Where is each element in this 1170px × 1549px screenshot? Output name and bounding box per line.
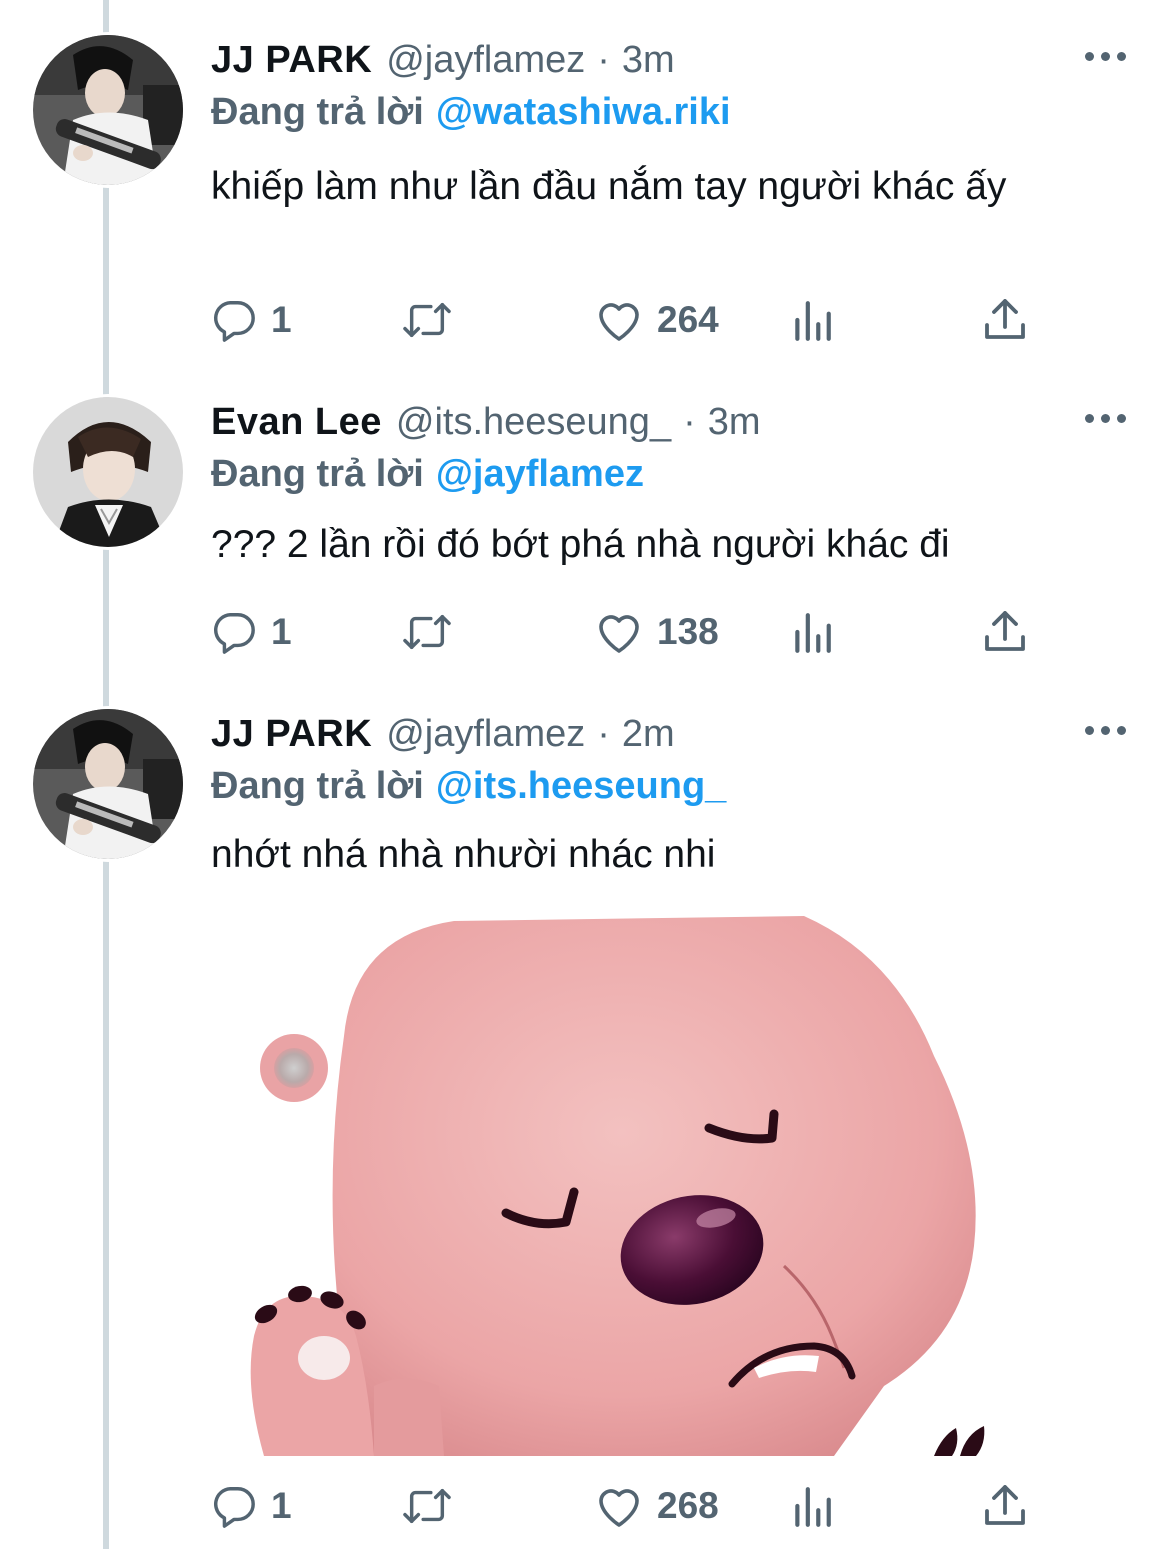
like-button[interactable]: 268 — [595, 1476, 719, 1536]
retweet-icon — [403, 614, 451, 650]
action-bar: 1 264 — [211, 290, 1111, 350]
views-button[interactable] — [791, 290, 833, 350]
reply-count: 1 — [271, 611, 292, 652]
like-button[interactable]: 264 — [595, 290, 719, 350]
user-handle[interactable]: @jayflamez — [386, 710, 585, 758]
tweet-header: JJ PARK @jayflamez · 3m — [211, 36, 675, 84]
tweet-text: khiếp làm như lần đầu nắm tay người khác… — [211, 165, 1007, 208]
replying-label: Đang trả lời — [211, 91, 424, 133]
retweet-button[interactable] — [399, 1476, 455, 1536]
share-button[interactable] — [983, 602, 1027, 662]
tweet[interactable]: JJ PARK @jayflamez · 3m Đang trả lời @wat… — [0, 32, 1170, 366]
separator-dot: · — [597, 713, 610, 755]
retweet-icon — [403, 1488, 451, 1524]
timestamp[interactable]: 3m — [622, 36, 675, 84]
views-button[interactable] — [791, 1476, 833, 1536]
tweet-text: ??? 2 lần rồi đó bớt phá nhà người khác … — [211, 523, 950, 566]
mention-link[interactable]: @its.heeseung_ — [436, 765, 726, 807]
tweet-media[interactable] — [244, 916, 1008, 1456]
reply-count: 1 — [271, 299, 292, 340]
like-count: 268 — [657, 1485, 719, 1526]
reply-button[interactable]: 1 — [211, 1476, 292, 1536]
share-icon — [985, 611, 1025, 651]
heart-icon — [599, 1489, 639, 1527]
views-button[interactable] — [791, 602, 833, 662]
more-dots-icon[interactable] — [1085, 718, 1126, 743]
separator-dot: · — [597, 39, 610, 81]
timestamp[interactable]: 2m — [622, 710, 675, 758]
avatar-photo-portrait-icon — [33, 397, 183, 547]
avatar-photo-guitar-icon — [33, 35, 183, 185]
retweet-button[interactable] — [399, 602, 455, 662]
share-icon — [985, 299, 1025, 339]
share-button[interactable] — [983, 290, 1027, 350]
mention-link[interactable]: @watashiwa.riki — [436, 91, 731, 133]
replying-to: Đang trả lời @watashiwa.riki — [211, 88, 731, 136]
display-name[interactable]: JJ PARK — [211, 710, 372, 758]
share-button[interactable] — [983, 1476, 1027, 1536]
like-button[interactable]: 138 — [595, 602, 719, 662]
heart-icon — [599, 303, 639, 341]
tweet[interactable]: Evan Lee @its.heeseung_ · 3m Đang trả lờ… — [0, 394, 1170, 698]
reply-icon — [214, 613, 255, 654]
tweet-header: JJ PARK @jayflamez · 2m — [211, 710, 675, 758]
action-bar: 1 138 — [211, 602, 1111, 662]
action-bar: 1 268 — [211, 1476, 1111, 1536]
avatar-photo-guitar-icon — [33, 709, 183, 859]
analytics-icon — [795, 613, 831, 653]
reply-button[interactable]: 1 — [211, 602, 292, 662]
user-handle[interactable]: @its.heeseung_ — [396, 398, 671, 446]
analytics-icon — [795, 1487, 831, 1527]
reply-button[interactable]: 1 — [211, 290, 292, 350]
replying-to: Đang trả lời @its.heeseung_ — [211, 762, 726, 810]
avatar[interactable] — [30, 394, 186, 550]
replying-to: Đang trả lời @jayflamez — [211, 450, 644, 498]
reply-icon — [214, 301, 255, 342]
reply-icon — [214, 1487, 255, 1528]
mention-link[interactable]: @jayflamez — [436, 453, 644, 495]
share-icon — [985, 1485, 1025, 1525]
like-count: 138 — [657, 611, 719, 652]
retweet-button[interactable] — [399, 290, 455, 350]
pink-beaver-sticker-icon — [250, 916, 985, 1456]
separator-dot: · — [683, 401, 696, 443]
user-handle[interactable]: @jayflamez — [386, 36, 585, 84]
display-name[interactable]: JJ PARK — [211, 36, 372, 84]
tweet-text: nhớt nhá nhà nhười nhác nhi — [211, 833, 716, 876]
retweet-icon — [403, 302, 451, 338]
timestamp[interactable]: 3m — [708, 398, 761, 446]
avatar[interactable] — [30, 706, 186, 862]
heart-icon — [599, 615, 639, 653]
analytics-icon — [795, 301, 831, 341]
tweet-header: Evan Lee @its.heeseung_ · 3m — [211, 398, 761, 446]
more-dots-icon[interactable] — [1085, 44, 1126, 69]
display-name[interactable]: Evan Lee — [211, 398, 382, 446]
replying-label: Đang trả lời — [211, 765, 424, 807]
like-count: 264 — [657, 299, 719, 340]
avatar[interactable] — [30, 32, 186, 188]
replying-label: Đang trả lời — [211, 453, 424, 495]
more-dots-icon[interactable] — [1085, 406, 1126, 431]
reply-count: 1 — [271, 1485, 292, 1526]
